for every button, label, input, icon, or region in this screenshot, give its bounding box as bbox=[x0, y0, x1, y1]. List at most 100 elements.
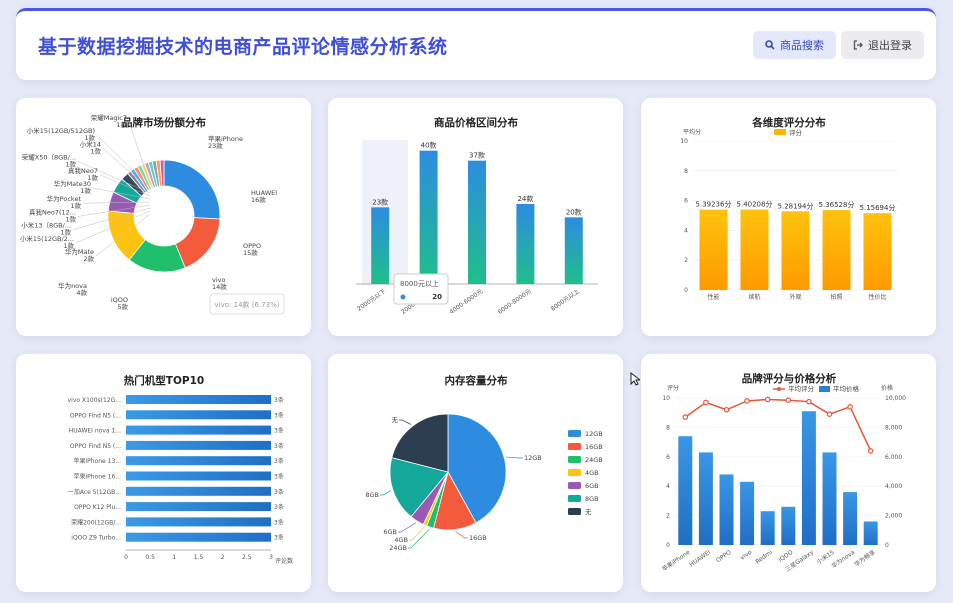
score-point bbox=[682, 414, 689, 420]
storage-chart: 内存容量分布 12GB16GB24GB4GB6GB8GB无12GB16GB24G… bbox=[365, 374, 603, 552]
leader-line bbox=[398, 522, 417, 533]
svg-text:vivo: 14款 (6.73%): vivo: 14款 (6.73%) bbox=[215, 300, 280, 309]
score-point bbox=[764, 396, 771, 403]
y-right-tick-label: 6,000 bbox=[885, 454, 902, 461]
bar bbox=[419, 150, 438, 284]
y-tick-label: OPPO Find N5 (... bbox=[70, 412, 121, 419]
y-tick-label: HUAWEI nova 1... bbox=[69, 428, 121, 435]
y-left-label: 评分 bbox=[667, 384, 679, 392]
data-label: 20款 bbox=[566, 207, 582, 216]
svg-text:8000元以上: 8000元以上 bbox=[400, 279, 439, 288]
logout-icon bbox=[853, 40, 863, 50]
y-right-label: 价格 bbox=[881, 384, 893, 392]
brand-score-price-chart: 品牌评分与价格分析 平均评分 平均价格 评分 价格 0 2 4 6 8 10 0 2,000 4… bbox=[660, 372, 906, 573]
data-label: 3条 bbox=[274, 411, 284, 419]
legend-label: 12GB bbox=[585, 430, 603, 438]
dimension-score-card: 各维度评分分布 评分 平均分 0 2 4 6 8 10 5.39236分 性能 5.40208分… bbox=[641, 98, 936, 336]
y-tick-label: 苹果iPhone 16... bbox=[73, 473, 121, 481]
legend-label: 24GB bbox=[585, 456, 603, 464]
legend-swatch bbox=[568, 508, 581, 515]
bar bbox=[719, 474, 734, 545]
legend-label: 评分 bbox=[789, 128, 803, 137]
x-tick-label: 2000元以下 bbox=[356, 288, 387, 313]
bar bbox=[564, 217, 583, 284]
data-label: 5.36528分 bbox=[819, 200, 855, 209]
price-range-chart: 商品价格区间分布 23款2000元以下40款2000-4000元37款4000-… bbox=[356, 116, 598, 316]
bar bbox=[698, 452, 713, 545]
legend-bar-swatch bbox=[819, 386, 830, 392]
product-search-button[interactable]: 商品搜索 bbox=[753, 31, 836, 59]
bar bbox=[468, 160, 486, 284]
chart-title: 品牌评分与价格分析 bbox=[742, 372, 837, 385]
data-label: 3条 bbox=[274, 488, 284, 496]
bar bbox=[781, 506, 796, 545]
y-tick-label: 0 bbox=[684, 287, 688, 294]
slice-label: 6GB bbox=[383, 528, 397, 536]
y-left-tick-label: 0 bbox=[666, 542, 670, 549]
score-line bbox=[684, 398, 872, 452]
storage-card: 内存容量分布 12GB 16GB 24GB 4GB 6GB 8GB 无 12GB 16GB 24G… bbox=[328, 354, 623, 592]
score-point bbox=[806, 398, 812, 405]
legend-line-marker bbox=[777, 387, 781, 391]
legend-label: 4GB bbox=[585, 469, 599, 477]
bar bbox=[740, 209, 769, 290]
bar bbox=[126, 395, 271, 404]
x-tick-label: 拍照 bbox=[830, 293, 842, 301]
legend-swatch bbox=[568, 430, 581, 437]
slice-count: 4款 bbox=[76, 288, 87, 297]
x-tick-label: 华为nova bbox=[830, 548, 857, 570]
bar bbox=[371, 207, 390, 284]
page-title: 基于数据挖掘技术的电商产品评论情感分析系统 bbox=[38, 36, 448, 58]
data-label: 3条 bbox=[274, 503, 284, 511]
y-tick-label: 10 bbox=[680, 138, 688, 145]
x-tick-label: 6000-8000元 bbox=[497, 288, 533, 316]
y-left-tick-label: 4 bbox=[666, 483, 670, 490]
x-tick-label: 3 bbox=[269, 554, 273, 561]
bar bbox=[126, 486, 271, 496]
legend-swatch bbox=[568, 469, 581, 476]
data-label: 3条 bbox=[274, 534, 284, 542]
bar bbox=[126, 532, 271, 542]
score-point bbox=[826, 411, 833, 417]
slice-label: 无 bbox=[392, 416, 399, 424]
slice-count: 1款 bbox=[116, 120, 127, 129]
x-tick-label: 华为畅享 bbox=[853, 548, 877, 568]
chart-title: 各维度评分分布 bbox=[751, 116, 826, 129]
logout-button[interactable]: 退出登录 bbox=[841, 31, 924, 59]
x-tick-label: HUAWEI bbox=[688, 549, 712, 569]
bar bbox=[781, 211, 810, 290]
x-tick-label: 8000元以上 bbox=[549, 287, 581, 313]
leader-line bbox=[506, 456, 523, 459]
legend-label: 6GB bbox=[585, 482, 599, 490]
legend-label: 16GB bbox=[585, 443, 603, 451]
dimension-score-chart: 各维度评分分布 评分 平均分 0 2 4 6 8 10 5.39236分性能 5.40208分… bbox=[680, 116, 898, 301]
chart-title: 商品价格区间分布 bbox=[434, 116, 518, 129]
data-label: 5.28194分 bbox=[778, 201, 814, 210]
leader-line bbox=[380, 490, 392, 496]
slice-count: 5款 bbox=[117, 302, 128, 311]
bar bbox=[516, 204, 535, 284]
data-label: 3条 bbox=[274, 457, 284, 465]
slice-label: 16GB bbox=[469, 534, 487, 542]
y-tick-label: 苹果iPhone 13... bbox=[73, 457, 121, 465]
y-axis-label: 平均分 bbox=[683, 128, 701, 136]
price-range-card: 商品价格区间分布 23款2000元以下40款2000-4000元37款4000-… bbox=[328, 98, 623, 336]
svg-text:20: 20 bbox=[432, 293, 442, 301]
score-point bbox=[723, 406, 730, 413]
top10-chart: 热门机型TOP10 vivo X100s(12G... 3条 OPPO Find N… bbox=[68, 374, 293, 565]
x-tick-label: 0 bbox=[124, 554, 128, 561]
data-label: 5.39236分 bbox=[696, 200, 732, 209]
y-right-tick-label: 10,000 bbox=[885, 395, 906, 402]
legend-swatch bbox=[568, 482, 581, 489]
bar bbox=[740, 481, 755, 545]
x-tick-label: OPPO bbox=[715, 549, 733, 564]
brand-share-card: 品牌市场份额分布 荣耀Magic7 1款 小米15(12GB/512GB) 1款 小米1… bbox=[16, 98, 311, 336]
bar bbox=[822, 452, 837, 545]
leader-line bbox=[408, 528, 430, 549]
data-label: 3条 bbox=[274, 396, 284, 404]
data-label: 3条 bbox=[274, 427, 284, 435]
bar bbox=[699, 209, 728, 290]
x-tick-label: 2.5 bbox=[242, 554, 252, 561]
y-right-tick-label: 2,000 bbox=[885, 513, 902, 520]
x-tick-label: 性能 bbox=[707, 293, 719, 301]
